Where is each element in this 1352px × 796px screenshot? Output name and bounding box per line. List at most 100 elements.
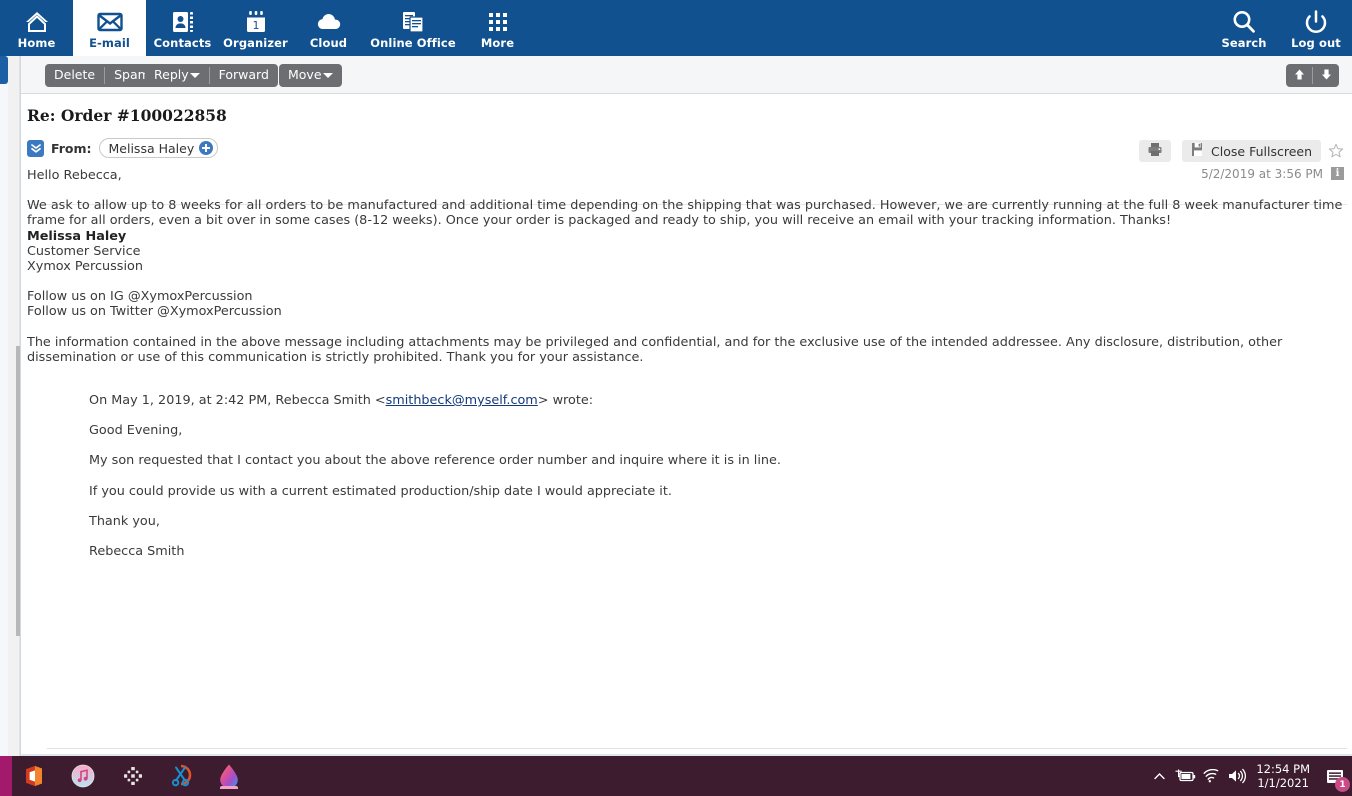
nav-label-organizer: Organizer bbox=[223, 36, 288, 50]
nav-label-logout: Log out bbox=[1291, 36, 1341, 50]
home-icon bbox=[24, 8, 50, 36]
signature-name: Melissa Haley bbox=[27, 228, 127, 244]
body-paragraph-1: We ask to allow up to 8 weeks for all or… bbox=[27, 198, 1343, 229]
taskbar-active-indicator bbox=[220, 786, 238, 789]
clock-date: 1/1/2021 bbox=[1257, 776, 1309, 790]
mail-toolbar: Delete Spam Reply Forward Move bbox=[21, 56, 1352, 94]
print-button[interactable] bbox=[1139, 140, 1171, 162]
nav-item-home[interactable]: Home bbox=[0, 0, 73, 56]
printer-icon bbox=[1147, 142, 1163, 161]
move-button[interactable]: Move bbox=[279, 64, 342, 87]
taskbar-paint-drop-icon[interactable] bbox=[216, 763, 242, 789]
quoted-line-5: Rebecca Smith bbox=[89, 544, 185, 560]
nav-label-home: Home bbox=[17, 36, 56, 50]
sender-email-link[interactable]: smithbeck@myself.com bbox=[386, 393, 538, 408]
quoted-intro-after: > wrote: bbox=[537, 393, 594, 409]
from-label: From: bbox=[51, 140, 92, 156]
top-navigation-right-group: Search Log out bbox=[1208, 0, 1352, 56]
envelope-icon bbox=[96, 8, 123, 36]
mail-reading-panel: Delete Spam Reply Forward Move Re: Order… bbox=[20, 56, 1352, 791]
plus-circle-icon[interactable] bbox=[199, 141, 214, 155]
taskbar-accent-bar bbox=[0, 756, 12, 796]
page-title: Re: Order #100022858 bbox=[27, 106, 227, 125]
wifi-icon[interactable] bbox=[1198, 756, 1224, 796]
move-button-label: Move bbox=[288, 67, 322, 83]
nav-label-email: E-mail bbox=[89, 36, 130, 50]
quoted-intro-before: On May 1, 2019, at 2:42 PM, Rebecca Smit… bbox=[89, 393, 386, 409]
chevron-down-icon[interactable] bbox=[189, 73, 200, 78]
quoted-line-4: Thank you, bbox=[89, 513, 160, 529]
forward-button[interactable]: Forward bbox=[210, 64, 278, 87]
taskbar-dots-grid-icon[interactable] bbox=[120, 763, 146, 789]
chevron-up-icon[interactable] bbox=[1146, 756, 1172, 796]
clock[interactable]: 12:54 PM 1/1/2021 bbox=[1256, 762, 1310, 790]
sender-name: Melissa Haley bbox=[108, 140, 195, 156]
taskbar-itunes-music-icon[interactable] bbox=[70, 763, 96, 789]
calendar-icon: 1 bbox=[245, 8, 267, 36]
volume-icon[interactable] bbox=[1224, 756, 1250, 796]
nav-item-search[interactable]: Search bbox=[1208, 0, 1280, 56]
system-tray: 12:54 PM 1/1/2021 1 bbox=[1146, 756, 1352, 796]
chevron-down-icon[interactable] bbox=[322, 73, 333, 78]
body-greeting: Hello Rebecca, bbox=[27, 168, 122, 183]
move-button-group: Move bbox=[279, 64, 342, 87]
reply-button-label: Reply bbox=[154, 67, 189, 83]
social-instagram: Follow us on IG @XymoxPercussion bbox=[27, 289, 253, 305]
social-twitter: Follow us on Twitter @XymoxPercussion bbox=[27, 304, 282, 320]
quoted-line-1: Good Evening, bbox=[89, 423, 183, 439]
chevron-double-down-icon[interactable] bbox=[27, 139, 44, 157]
quoted-intro: On May 1, 2019, at 2:42 PM, Rebecca Smit… bbox=[89, 393, 1347, 408]
search-icon bbox=[1231, 8, 1257, 36]
page-scrollbar-track[interactable] bbox=[8, 56, 27, 756]
previous-message-button[interactable] bbox=[1286, 64, 1312, 87]
next-message-button[interactable] bbox=[1313, 64, 1339, 87]
close-fullscreen-button[interactable]: Close Fullscreen bbox=[1202, 140, 1321, 162]
arrow-up-icon bbox=[1293, 66, 1306, 85]
nav-label-online-office: Online Office bbox=[370, 36, 456, 50]
signature-title: Customer Service bbox=[27, 243, 141, 259]
message-navigation-group bbox=[1286, 64, 1339, 87]
nav-item-more[interactable]: More bbox=[461, 0, 534, 56]
mail-header: Re: Order #100022858 From: Melissa Haley… bbox=[21, 94, 1352, 205]
star-outline-icon[interactable] bbox=[1327, 140, 1344, 162]
svg-text:1: 1 bbox=[252, 19, 259, 32]
delete-spam-button-group: Delete Spam bbox=[45, 64, 159, 87]
nav-item-organizer[interactable]: 1 Organizer bbox=[219, 0, 292, 56]
nav-item-logout[interactable]: Log out bbox=[1280, 0, 1352, 56]
taskbar-office-icon[interactable] bbox=[20, 763, 46, 789]
nav-label-cloud: Cloud bbox=[309, 36, 348, 50]
sender-pill[interactable]: Melissa Haley bbox=[98, 138, 219, 158]
notification-icon[interactable]: 1 bbox=[1318, 756, 1352, 796]
arrow-down-icon bbox=[1320, 66, 1333, 85]
documents-icon bbox=[401, 8, 425, 36]
mail-body: Hello Rebecca, We ask to allow up to 8 w… bbox=[21, 168, 1352, 646]
nav-item-online-office[interactable]: Online Office bbox=[365, 0, 461, 56]
nav-label-contacts: Contacts bbox=[153, 36, 212, 50]
reply-forward-button-group: Reply Forward bbox=[145, 64, 278, 87]
top-navigation-bar: Home E-mail Contacts 1 Organizer Cloud O… bbox=[0, 0, 1352, 56]
reply-button[interactable]: Reply bbox=[145, 64, 209, 87]
power-icon bbox=[1304, 8, 1328, 36]
cloud-icon bbox=[315, 8, 343, 36]
nav-item-email[interactable]: E-mail bbox=[73, 0, 146, 56]
delete-button[interactable]: Delete bbox=[45, 64, 104, 87]
quoted-line-2: My son requested that I contact you abou… bbox=[89, 453, 781, 469]
taskbar-snipping-tool-scissors-icon[interactable] bbox=[168, 763, 194, 789]
from-row: From: Melissa Haley bbox=[27, 138, 219, 158]
confidentiality-disclaimer: The information contained in the above m… bbox=[27, 334, 1283, 365]
nav-item-cloud[interactable]: Cloud bbox=[292, 0, 365, 56]
quoted-message: On May 1, 2019, at 2:42 PM, Rebecca Smit… bbox=[89, 393, 1347, 559]
grid-dots-icon bbox=[487, 8, 509, 36]
contact-card-icon bbox=[171, 8, 195, 36]
notification-badge: 1 bbox=[1335, 777, 1350, 792]
sidebar-collapsed-tab[interactable] bbox=[0, 56, 8, 84]
battery-charging-icon[interactable] bbox=[1172, 756, 1198, 796]
nav-item-contacts[interactable]: Contacts bbox=[146, 0, 219, 56]
nav-label-search: Search bbox=[1221, 36, 1267, 50]
nav-label-more: More bbox=[480, 36, 515, 50]
quoted-line-3: If you could provide us with a current e… bbox=[89, 483, 672, 499]
clock-time: 12:54 PM bbox=[1256, 762, 1310, 776]
